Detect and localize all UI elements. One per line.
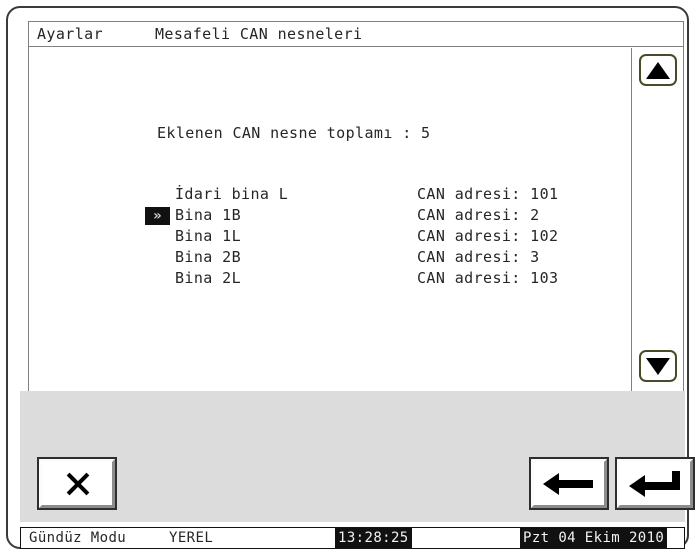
list-item-name: Bina 1L: [175, 227, 242, 245]
cancel-button[interactable]: [37, 457, 117, 510]
scroll-down-button[interactable]: [639, 350, 677, 382]
list-item-address: CAN adresi: 103: [417, 269, 559, 287]
scrollbar[interactable]: [631, 48, 683, 391]
left-arrow-icon: [543, 472, 593, 495]
back-button[interactable]: [529, 457, 609, 510]
close-x-icon: [64, 471, 90, 497]
status-time: 13:28:25: [335, 528, 412, 548]
list-item-address: CAN adresi: 3: [417, 248, 540, 266]
main-window-panel: Ayarlar Mesafeli CAN nesneleri Eklenen C…: [28, 21, 684, 391]
status-zone-label: YEREL: [169, 530, 214, 546]
scroll-down-arrow-icon: [646, 357, 670, 375]
list-item-name: Bina 2B: [175, 248, 242, 266]
enter-return-arrow-icon: [629, 470, 680, 497]
list-item[interactable]: Bina 2B CAN adresi: 3: [29, 248, 632, 269]
button-toolbar: [20, 391, 695, 522]
list-item-name: Bina 1B: [175, 206, 242, 224]
can-object-list[interactable]: İdari bina L CAN adresi: 101 » Bina 1B C…: [29, 185, 632, 290]
selection-marker-icon: [145, 186, 170, 204]
list-item-name: Bina 2L: [175, 269, 242, 287]
title-bar: Ayarlar Mesafeli CAN nesneleri: [29, 22, 683, 47]
list-item[interactable]: Bina 1L CAN adresi: 102: [29, 227, 632, 248]
status-mode-label: Gündüz Modu: [29, 530, 127, 546]
selection-marker-icon: [145, 228, 170, 246]
list-item[interactable]: Bina 2L CAN adresi: 103: [29, 269, 632, 290]
title-page-label: Mesafeli CAN nesneleri: [155, 25, 363, 43]
list-item-address: CAN adresi: 102: [417, 227, 559, 245]
scroll-up-arrow-icon: [646, 61, 670, 79]
selection-marker-icon: [145, 249, 170, 267]
enter-button[interactable]: [615, 457, 695, 510]
list-item-selected[interactable]: » Bina 1B CAN adresi: 2: [29, 206, 632, 227]
list-item-address: CAN adresi: 2: [417, 206, 540, 224]
list-item-address: CAN adresi: 101: [417, 185, 559, 203]
selection-marker-icon: »: [145, 207, 170, 225]
selection-marker-icon: [145, 270, 170, 288]
device-frame: Ayarlar Mesafeli CAN nesneleri Eklenen C…: [6, 6, 695, 549]
list-item[interactable]: İdari bina L CAN adresi: 101: [29, 185, 632, 206]
scroll-up-button[interactable]: [639, 54, 677, 86]
total-objects-label: Eklenen CAN nesne toplamı : 5: [157, 124, 431, 142]
status-bar: Gündüz Modu YEREL 13:28:25 Pzt 04 Ekim 2…: [20, 527, 685, 549]
title-app-label: Ayarlar: [37, 25, 104, 43]
list-item-name: İdari bina L: [175, 185, 289, 203]
content-region: Eklenen CAN nesne toplamı : 5 İdari bina…: [29, 48, 632, 391]
status-date: Pzt 04 Ekim 2010: [520, 528, 668, 548]
